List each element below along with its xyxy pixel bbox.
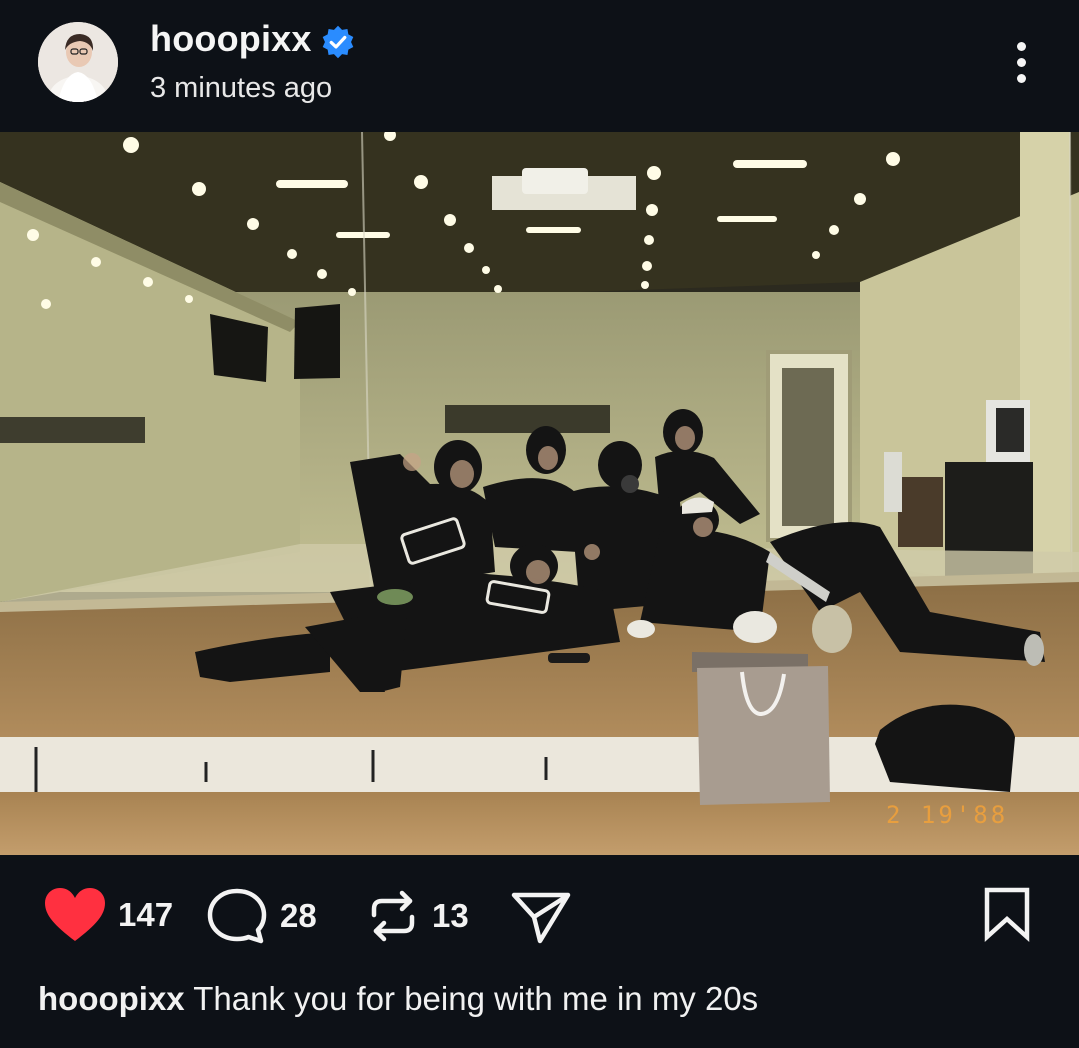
comment-count: 28 bbox=[280, 897, 317, 934]
post-photo[interactable]: 2 19'88 bbox=[0, 132, 1079, 855]
post-timestamp: 3 minutes ago bbox=[150, 72, 333, 104]
post-caption: hooopixx Thank you for being with me in … bbox=[38, 980, 758, 1018]
post-actions-bar: 147 28 13 bbox=[0, 855, 1079, 975]
repost-icon bbox=[371, 890, 415, 942]
send-icon bbox=[511, 892, 571, 944]
avatar-image bbox=[38, 22, 118, 102]
save-button[interactable] bbox=[982, 885, 1032, 943]
more-vertical-icon bbox=[1017, 42, 1026, 51]
like-button[interactable]: 147 bbox=[44, 887, 173, 943]
verified-badge-icon bbox=[322, 25, 354, 59]
like-count: 147 bbox=[118, 896, 174, 933]
comment-bubble-icon bbox=[207, 888, 267, 944]
caption-username[interactable]: hooopixx bbox=[38, 980, 185, 1017]
post-header: hooopixx 3 minutes ago bbox=[0, 0, 1079, 132]
more-options-button[interactable] bbox=[1004, 38, 1040, 88]
dance-studio-photo bbox=[0, 132, 1079, 855]
comment-button[interactable]: 28 bbox=[206, 887, 317, 945]
heart-icon bbox=[45, 888, 105, 941]
caption-text: Thank you for being with me in my 20s bbox=[193, 980, 759, 1017]
photo-date-stamp: 2 19'88 bbox=[886, 801, 1009, 829]
post-username[interactable]: hooopixx bbox=[150, 18, 312, 60]
bookmark-icon bbox=[984, 887, 1030, 943]
repost-count: 13 bbox=[432, 897, 469, 934]
share-button[interactable] bbox=[510, 887, 572, 945]
repost-button[interactable]: 13 bbox=[366, 887, 469, 945]
avatar[interactable] bbox=[38, 22, 118, 102]
